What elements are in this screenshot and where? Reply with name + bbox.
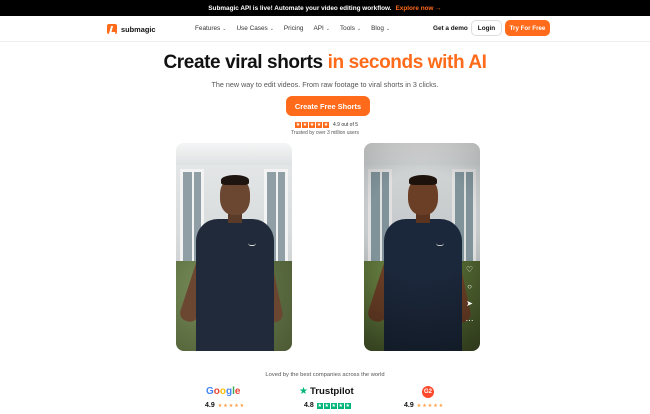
speaker-figure <box>178 163 285 351</box>
menu-item-tools[interactable]: Tools ⌄ <box>340 25 361 32</box>
banner-text: Submagic API is live! Automate your vide… <box>208 4 392 12</box>
star-icon: ★ <box>323 122 329 128</box>
rating-text: 4.9 out of 5 <box>333 122 359 128</box>
short-actions: ♡ ○ ➤ ⋯ <box>465 265 474 325</box>
speaker-figure <box>366 163 473 351</box>
g2-badge-icon: G2 <box>422 386 434 398</box>
hero-subtitle: The new way to edit videos. From raw foo… <box>211 80 439 89</box>
star-icon: ★ <box>302 122 308 128</box>
menu-item-features[interactable]: Features ⌄ <box>195 25 226 32</box>
logo-text: submagic <box>121 24 156 34</box>
brand-logo[interactable]: submagic <box>107 24 156 34</box>
top-nav: submagic Features ⌄ Use Cases ⌄ Pricing … <box>0 16 650 42</box>
trustpilot-wordmark: Trustpilot <box>309 386 354 397</box>
heart-icon[interactable]: ♡ <box>465 265 474 274</box>
chevron-down-icon: ⌄ <box>385 25 391 32</box>
menu-label: Use Cases <box>236 25 268 32</box>
score-stars: ★ ★ ★ ★ ★ <box>416 402 444 409</box>
video-scene <box>364 143 480 351</box>
rating-summary: ★ ★ ★ ★ ★ 4.9 out of 5 <box>295 122 358 128</box>
rating-stars: ★ ★ ★ ★ ★ <box>295 122 329 128</box>
star-icon: ★ <box>309 122 315 128</box>
menu-item-blog[interactable]: Blog ⌄ <box>371 25 390 32</box>
menu-item-api[interactable]: API ⌄ <box>313 25 330 32</box>
login-button[interactable]: Login <box>471 20 502 36</box>
trustpilot-star-icon: ★ <box>299 386 308 397</box>
star-icon: ★ <box>316 122 322 128</box>
submagic-logo-icon <box>107 24 117 34</box>
comment-icon[interactable]: ○ <box>465 282 474 291</box>
create-free-shorts-button[interactable]: Create Free Shorts <box>286 96 370 116</box>
trustpilot-score: 4.8 ★ ★ ★ ★ ★ <box>304 402 351 409</box>
announcement-banner: Submagic API is live! Automate your vide… <box>0 0 650 16</box>
share-icon[interactable]: ➤ <box>465 299 474 308</box>
get-demo-link[interactable]: Get a demo <box>433 25 468 32</box>
g2-logo: G2 <box>405 386 434 398</box>
menu-label: Features <box>195 25 221 32</box>
trusted-text: Trusted by over 3 million users <box>291 130 359 136</box>
chevron-down-icon: ⌄ <box>222 25 227 32</box>
g2-score: 4.9 ★ ★ ★ ★ ★ <box>404 402 443 409</box>
score-value: 4.9 <box>205 402 215 409</box>
menu-label: Blog <box>371 25 384 32</box>
loved-by-text: Loved by the best companies across the w… <box>265 372 385 378</box>
menu-item-use-cases[interactable]: Use Cases ⌄ <box>236 25 273 32</box>
try-free-button[interactable]: Try For Free <box>505 20 550 36</box>
google-score: 4.9 ★ ★ ★ ★ ★ <box>205 402 244 409</box>
menu-item-pricing[interactable]: Pricing <box>284 25 304 32</box>
hero-title: Create viral shorts in seconds with AI <box>0 52 650 74</box>
main-menu: Features ⌄ Use Cases ⌄ Pricing API ⌄ Too… <box>195 25 390 32</box>
chevron-down-icon: ⌄ <box>356 25 362 32</box>
hero-title-accent: in seconds with AI <box>327 52 487 73</box>
score-value: 4.9 <box>404 402 414 409</box>
menu-label: API <box>313 25 324 32</box>
google-wordmark: Google <box>206 386 241 397</box>
score-stars: ★ ★ ★ ★ ★ <box>217 402 245 409</box>
trustpilot-logo: ★ Trustpilot <box>299 386 354 397</box>
score-stars: ★ ★ ★ ★ ★ <box>316 402 351 409</box>
edited-short-video[interactable]: ♡ ○ ➤ ⋯ <box>364 143 480 351</box>
menu-label: Pricing <box>283 25 304 32</box>
score-value: 4.8 <box>304 402 314 409</box>
google-logo: Google <box>206 386 240 397</box>
chevron-down-icon: ⌄ <box>269 25 274 32</box>
video-scene <box>176 143 292 351</box>
raw-footage-video[interactable] <box>176 143 292 351</box>
explore-link[interactable]: Explore now → <box>396 5 442 12</box>
star-icon: ★ <box>295 122 301 128</box>
chevron-down-icon: ⌄ <box>325 25 330 32</box>
more-icon[interactable]: ⋯ <box>465 316 474 325</box>
hero-title-main: Create viral shorts <box>163 52 323 73</box>
menu-label: Tools <box>339 25 355 32</box>
